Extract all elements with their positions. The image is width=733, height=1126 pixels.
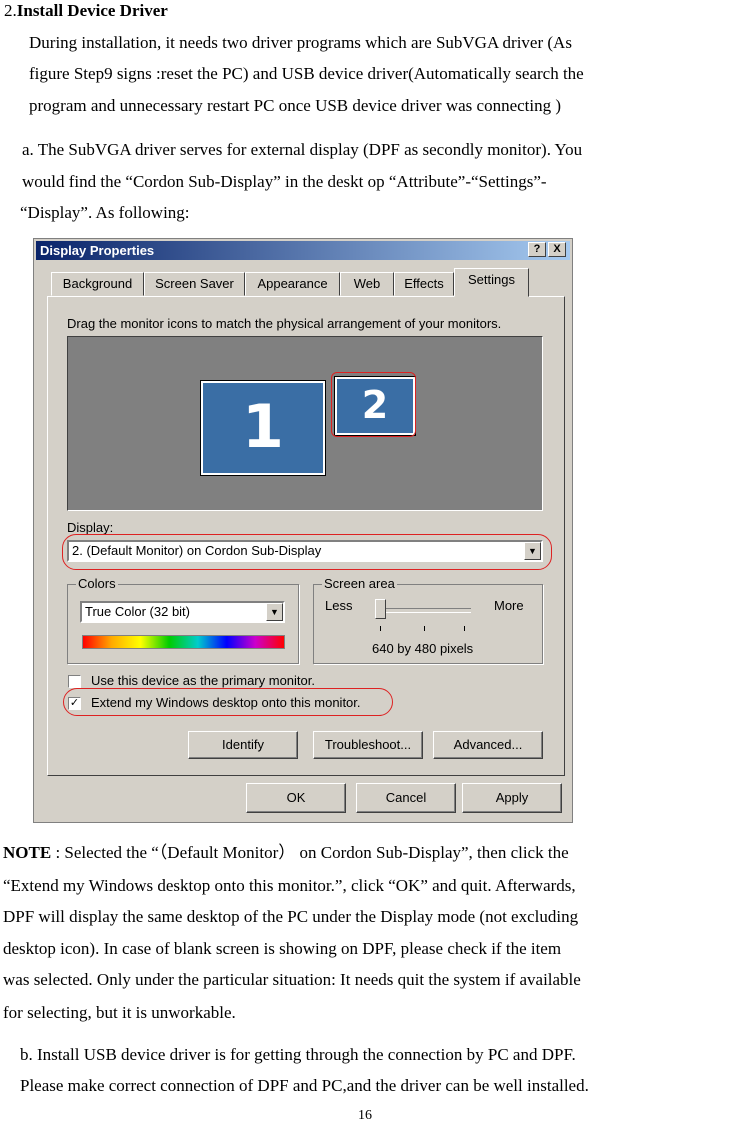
color-spectrum-bar xyxy=(82,635,285,649)
note-line-1-text: : Selected the “（Default Monitor） on Cor… xyxy=(51,843,569,862)
a-line-1: a. The SubVGA driver serves for external… xyxy=(22,140,583,159)
resolution-slider-track xyxy=(376,608,471,613)
a-line-3: “Display”. As following: xyxy=(20,203,190,222)
dialog-titlebar: Display Properties xyxy=(36,241,570,260)
tab-appearance[interactable]: Appearance xyxy=(245,272,340,296)
tab-web[interactable]: Web xyxy=(340,272,394,296)
slider-tick xyxy=(380,626,381,631)
monitor-1-icon[interactable]: 1 xyxy=(201,381,325,475)
slider-tick xyxy=(424,626,425,631)
note-line-3: DPF will display the same desktop of the… xyxy=(3,907,579,926)
colors-select[interactable]: True Color (32 bit) ▼ xyxy=(80,601,285,623)
intro-line-2: figure Step9 signs :reset the PC) and US… xyxy=(29,64,584,83)
ok-button[interactable]: OK xyxy=(246,783,346,813)
intro-line-3: program and unnecessary restart PC once … xyxy=(29,96,562,115)
note-line-5: was selected. Only under the particular … xyxy=(3,970,581,989)
resolution-slider-thumb[interactable] xyxy=(375,599,386,619)
chevron-down-icon[interactable]: ▼ xyxy=(524,542,541,560)
cancel-button[interactable]: Cancel xyxy=(356,783,456,813)
less-label: Less xyxy=(325,598,353,613)
tab-effects[interactable]: Effects xyxy=(394,272,454,296)
section-title: Install Device Driver xyxy=(16,1,168,20)
display-select[interactable]: 2. (Default Monitor) on Cordon Sub-Displ… xyxy=(67,540,543,562)
display-properties-dialog: Display Properties ? X Background Screen… xyxy=(33,238,573,823)
display-label: Display: xyxy=(67,520,114,535)
colors-group: Colors xyxy=(67,576,299,664)
monitor-arrangement-area[interactable]: 1 2 xyxy=(67,336,543,511)
help-button[interactable]: ? xyxy=(528,242,546,257)
more-label: More xyxy=(494,598,524,613)
monitor-instruction: Drag the monitor icons to match the phys… xyxy=(67,316,502,331)
note-line-1: NOTE : Selected the “（Default Monitor） o… xyxy=(3,843,569,862)
b-line-1: b. Install USB device driver is for gett… xyxy=(20,1045,576,1064)
display-value: 2. (Default Monitor) on Cordon Sub-Displ… xyxy=(72,543,322,558)
intro-line-1: During installation, it needs two driver… xyxy=(29,33,572,52)
page-number: 16 xyxy=(358,1108,372,1123)
troubleshoot-button[interactable]: Troubleshoot... xyxy=(313,731,423,759)
tab-background[interactable]: Background xyxy=(51,272,144,296)
tab-screen-saver[interactable]: Screen Saver xyxy=(144,272,245,296)
slider-tick xyxy=(464,626,465,631)
monitor-2-icon[interactable]: 2 xyxy=(335,377,415,435)
colors-label: Colors xyxy=(76,576,118,592)
note-line-2: “Extend my Windows desktop onto this mon… xyxy=(3,876,576,895)
a-line-2: would find the “Cordon Sub-Display” in t… xyxy=(22,172,547,191)
primary-monitor-checkbox[interactable] xyxy=(68,675,81,688)
note-line-4: desktop icon). In case of blank screen i… xyxy=(3,939,562,958)
identify-button[interactable]: Identify xyxy=(188,731,298,759)
apply-button[interactable]: Apply xyxy=(462,783,562,813)
extend-desktop-label: Extend my Windows desktop onto this moni… xyxy=(91,695,361,710)
note-label: NOTE xyxy=(3,843,52,862)
chevron-down-icon[interactable]: ▼ xyxy=(266,603,283,621)
resolution-text: 640 by 480 pixels xyxy=(372,641,474,656)
extend-desktop-checkbox[interactable]: ✓ xyxy=(68,697,81,710)
tab-settings[interactable]: Settings xyxy=(454,268,529,297)
screen-area-label: Screen area xyxy=(322,576,397,592)
note-line-6: for selecting, but it is unworkable. xyxy=(3,1003,236,1022)
primary-monitor-label: Use this device as the primary monitor. xyxy=(91,673,315,688)
section-number: 2. xyxy=(4,1,17,20)
close-button[interactable]: X xyxy=(548,242,566,257)
dialog-title: Display Properties xyxy=(40,243,155,258)
colors-value: True Color (32 bit) xyxy=(85,604,190,619)
b-line-2: Please make correct connection of DPF an… xyxy=(20,1076,589,1095)
section-heading: 2.Install Device Driver xyxy=(4,1,168,20)
advanced-button[interactable]: Advanced... xyxy=(433,731,543,759)
